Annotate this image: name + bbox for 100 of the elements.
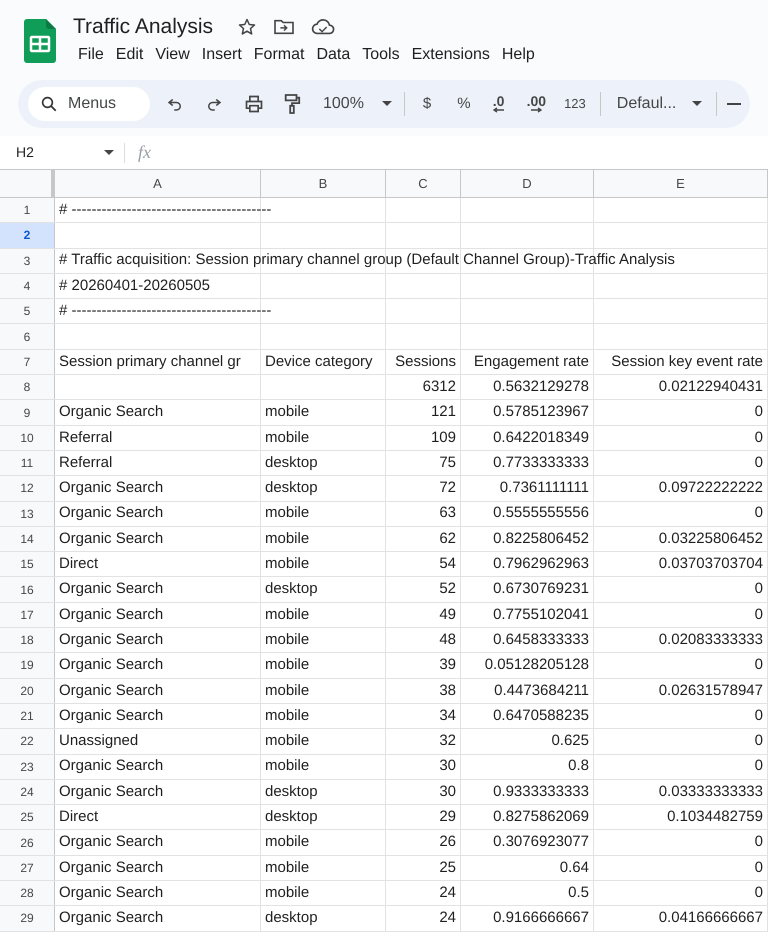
decrease-decimals-button[interactable]: .0 <box>492 95 505 113</box>
row-header[interactable]: 2 <box>0 223 55 248</box>
paint-format-icon[interactable] <box>283 93 301 115</box>
table-cell-text: 0 <box>754 832 764 852</box>
column-header[interactable]: D <box>461 170 594 197</box>
percent-format-button[interactable]: % <box>457 92 471 116</box>
row-header[interactable]: 24 <box>0 780 55 804</box>
caret-icon <box>104 150 114 156</box>
row-header[interactable]: 20 <box>0 678 55 703</box>
sheets-logo-icon[interactable] <box>24 19 56 63</box>
menu-item[interactable]: Data <box>311 42 356 68</box>
caret-icon <box>382 101 392 107</box>
table-cell-text: Direct <box>58 807 100 828</box>
row-header[interactable]: 3 <box>0 248 55 273</box>
table-cell-text: 0.8 <box>567 756 590 776</box>
document-title[interactable]: Traffic Analysis <box>73 11 214 43</box>
row-header[interactable]: 22 <box>0 729 55 754</box>
table-cell-text: desktop <box>264 908 319 928</box>
row-header[interactable]: 29 <box>0 906 55 931</box>
table-cell-text: 0.6730769231 <box>492 579 590 600</box>
row-header[interactable]: 15 <box>0 552 55 576</box>
table-cell-text: Referral <box>58 452 114 473</box>
row-header[interactable]: 26 <box>0 830 55 855</box>
star-icon[interactable] <box>237 17 258 37</box>
menus-search-field[interactable]: Menus <box>28 87 150 121</box>
table-cell-text: desktop <box>264 807 319 828</box>
row-header[interactable]: 6 <box>0 324 55 349</box>
table-cell-text: Unassigned <box>58 731 140 752</box>
table-cell-text: 48 <box>438 630 457 650</box>
table-cell-text: 0 <box>754 503 764 524</box>
menu-item[interactable]: Help <box>496 42 540 68</box>
table-cell-text: 0.9333333333 <box>492 782 590 802</box>
table-cell-text: Session key event rate <box>610 352 764 372</box>
table-cell-text: 0.6422018349 <box>492 428 590 448</box>
table-cell-text: 0.6470588235 <box>492 706 590 726</box>
table-cell-text: 30 <box>438 756 457 776</box>
table-cell-text: 0.5632129278 <box>492 376 590 397</box>
folder-move-icon[interactable] <box>273 18 296 36</box>
row-header[interactable]: 5 <box>0 299 55 324</box>
table-cell-text: mobile <box>264 858 310 878</box>
row-header[interactable]: 7 <box>0 350 55 374</box>
minus-icon[interactable] <box>727 102 742 106</box>
table-cell-text: Direct <box>58 554 100 574</box>
table-cell-text: Device category <box>264 352 374 372</box>
table-cell-text: Organic Search <box>58 630 164 650</box>
table-cell-text: 0.4473684211 <box>493 680 590 701</box>
row-header[interactable]: 8 <box>0 375 55 400</box>
row-header[interactable]: 12 <box>0 476 55 501</box>
menu-item[interactable]: Format <box>248 42 310 68</box>
menu-item[interactable]: Extensions <box>406 42 495 68</box>
row-header[interactable]: 18 <box>0 628 55 652</box>
font-dropdown[interactable]: Defaul... <box>616 92 702 116</box>
table-cell-text: # 20260401-20260505 <box>58 276 211 296</box>
row-header[interactable]: 17 <box>0 602 55 628</box>
column-header[interactable]: A <box>55 170 261 197</box>
table-cell-text: Session primary channel gr <box>58 352 242 372</box>
row-header[interactable]: 21 <box>0 704 55 728</box>
table-cell-text: desktop <box>264 478 319 498</box>
menu-item[interactable]: View <box>150 42 195 68</box>
row-header[interactable]: 11 <box>0 450 55 476</box>
row-header[interactable]: 19 <box>0 653 55 678</box>
print-icon[interactable] <box>244 94 264 114</box>
table-cell-text: 109 <box>430 428 457 448</box>
name-box[interactable]: H2 <box>0 142 118 163</box>
menu-item[interactable]: Tools <box>357 42 405 68</box>
row-header[interactable]: 25 <box>0 805 55 830</box>
column-header[interactable]: B <box>261 170 386 197</box>
table-cell-text: 0.03333333333 <box>658 782 764 802</box>
table-cell-text: 0.6458333333 <box>492 630 590 650</box>
table-cell-text: 121 <box>430 402 457 422</box>
table-cell-text: mobile <box>264 882 310 903</box>
column-header[interactable]: E <box>594 170 768 197</box>
caret-icon <box>692 101 702 107</box>
table-cell-text: 0.02122940431 <box>658 376 764 397</box>
table-cell-text: 0.5785123967 <box>492 402 590 422</box>
row-header[interactable]: 23 <box>0 754 55 779</box>
number-format-button[interactable]: 123 <box>564 94 586 114</box>
row-header[interactable]: 13 <box>0 502 55 526</box>
row-header[interactable]: 10 <box>0 426 55 450</box>
fx-label: fx <box>138 141 151 164</box>
table-cell-text: desktop <box>264 782 319 802</box>
zoom-dropdown[interactable]: 100% <box>323 92 392 116</box>
row-header[interactable]: 28 <box>0 881 55 906</box>
table-cell-text: 0.7361111111 <box>498 478 590 498</box>
table-cell-text: mobile <box>264 402 310 422</box>
row-header[interactable]: 16 <box>0 577 55 602</box>
table-cell-text: mobile <box>264 655 310 676</box>
row-header[interactable]: 9 <box>0 400 55 425</box>
menu-item[interactable]: File <box>73 42 109 68</box>
menu-item[interactable]: Edit <box>110 42 148 68</box>
row-header[interactable]: 27 <box>0 856 55 880</box>
column-header[interactable]: C <box>386 170 461 197</box>
cloud-check-icon[interactable] <box>311 18 336 36</box>
menu-item[interactable]: Insert <box>196 42 247 68</box>
currency-format-button[interactable]: $ <box>422 92 432 116</box>
table-cell-text: 72 <box>438 478 457 498</box>
row-header[interactable]: 1 <box>0 198 55 222</box>
row-header[interactable]: 4 <box>0 274 55 298</box>
increase-decimals-button[interactable]: .00 <box>526 95 546 113</box>
row-header[interactable]: 14 <box>0 526 55 552</box>
